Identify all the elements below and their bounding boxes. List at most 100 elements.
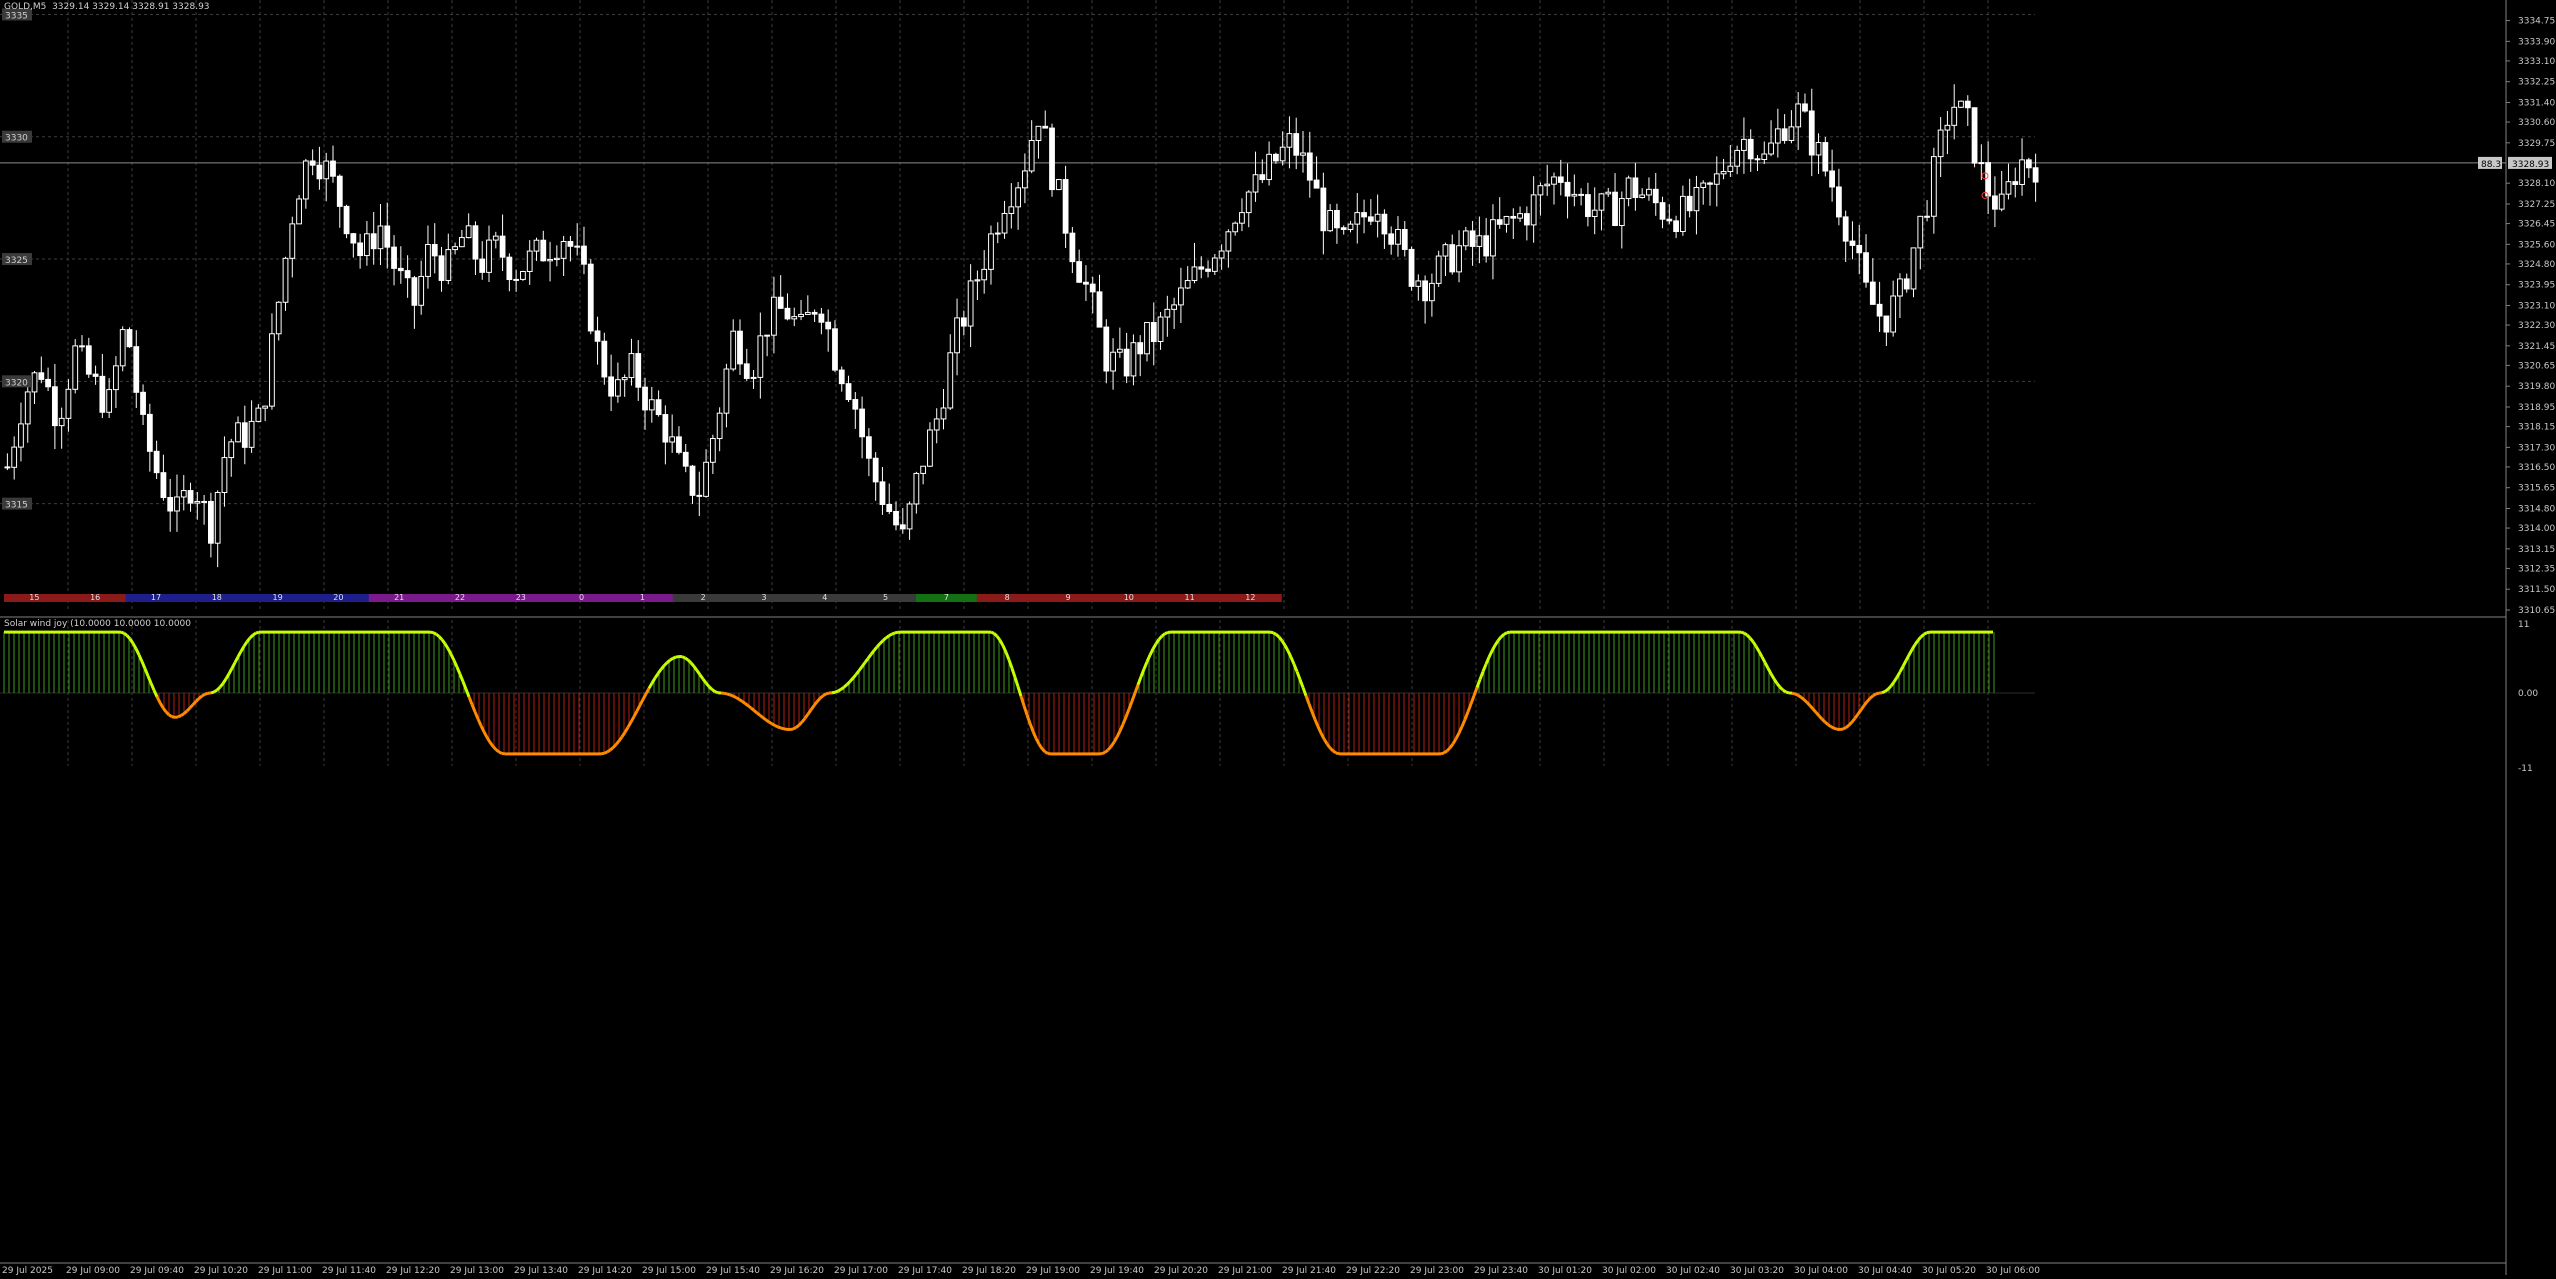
- candle-body: [1084, 282, 1089, 284]
- osc-signal-line: [178, 716, 181, 717]
- candle-body: [283, 258, 288, 302]
- candle: [344, 205, 349, 238]
- candles[interactable]: [5, 84, 2038, 567]
- osc-signal-line: [1744, 633, 1747, 635]
- candle: [1009, 183, 1014, 228]
- osc-signal-line: [232, 663, 235, 669]
- candle: [860, 397, 865, 459]
- candle-body: [1986, 163, 1991, 196]
- candle-body: [1294, 134, 1299, 156]
- osc-signal-line: [1834, 728, 1837, 729]
- candle: [317, 147, 322, 190]
- candle-body: [59, 418, 64, 425]
- price-tick-label: 3330.60: [2518, 118, 2555, 128]
- candle-body: [1762, 154, 1767, 159]
- candle-body: [324, 161, 329, 179]
- candle: [1117, 328, 1122, 358]
- candle-body: [120, 330, 125, 366]
- candle: [975, 271, 980, 301]
- candle: [405, 255, 410, 298]
- osc-signal-line: [613, 745, 616, 748]
- candle-body: [1450, 245, 1455, 272]
- candle-body: [1538, 186, 1543, 195]
- candle-body: [887, 504, 892, 511]
- candle-body: [1701, 183, 1706, 187]
- candle: [1436, 251, 1441, 287]
- candle: [656, 390, 661, 416]
- candle: [412, 276, 417, 329]
- candle-body: [276, 302, 281, 333]
- candle: [1084, 265, 1089, 301]
- session-label: 10: [1124, 593, 1134, 602]
- candle: [439, 247, 444, 292]
- osc-signal-line: [1867, 698, 1870, 701]
- osc-signal-line: [148, 676, 151, 683]
- candle: [446, 234, 451, 285]
- osc-signal-line: [685, 658, 688, 660]
- candle-body: [1586, 195, 1591, 217]
- osc-signal-line: [838, 689, 841, 691]
- osc-signal-line: [1504, 633, 1507, 635]
- candle: [263, 406, 268, 421]
- osc-signal-line: [865, 658, 868, 662]
- candle-body: [799, 314, 804, 316]
- candle-body: [1864, 253, 1869, 282]
- candle-body: [351, 234, 356, 243]
- candle-body: [12, 447, 17, 467]
- osc-signal-line: [1921, 634, 1924, 637]
- time-tick-label: 29 Jul 21:00: [1218, 1266, 1272, 1275]
- osc-signal-line: [1852, 718, 1855, 722]
- candle: [805, 295, 810, 314]
- oscillator-panel[interactable]: [0, 632, 2035, 754]
- osc-signal-line: [1915, 640, 1918, 644]
- candle: [1626, 176, 1631, 207]
- candle-body: [1165, 309, 1170, 317]
- candle: [1891, 281, 1896, 337]
- osc-signal-line: [835, 691, 838, 692]
- osc-signal-line: [448, 649, 451, 655]
- candle: [249, 400, 254, 453]
- candle: [1328, 204, 1333, 232]
- candle-body: [1877, 304, 1882, 316]
- osc-signal-line: [1042, 749, 1045, 752]
- candle-body: [921, 466, 926, 473]
- candle-body: [1694, 187, 1699, 210]
- candle: [1375, 194, 1380, 237]
- candle-body: [955, 318, 960, 353]
- candle: [25, 385, 30, 443]
- candle: [758, 313, 763, 399]
- candle-body: [1470, 231, 1475, 246]
- time-tick-label: 29 Jul 09:40: [130, 1266, 184, 1275]
- mt-chart-window[interactable]: 151617181920212223012345789101112 3334.7…: [0, 0, 2556, 1275]
- osc-signal-line: [253, 633, 256, 635]
- candle-body: [1680, 196, 1685, 231]
- candle: [1592, 187, 1597, 234]
- candle-body: [1321, 188, 1326, 231]
- candle-body: [1993, 196, 1998, 209]
- candle-body: [765, 335, 770, 336]
- osc-signal-line: [991, 632, 994, 633]
- price-chart[interactable]: 151617181920212223012345789101112 3334.7…: [0, 0, 2556, 1275]
- candle-body: [1789, 127, 1794, 141]
- osc-signal-line: [1270, 632, 1273, 633]
- candle: [995, 222, 1000, 243]
- osc-signal-line: [766, 720, 769, 722]
- candle: [670, 414, 675, 452]
- osc-signal-line: [1138, 677, 1141, 685]
- candle-body: [534, 240, 539, 251]
- candle: [527, 240, 532, 285]
- osc-signal-line: [163, 708, 166, 712]
- candle-body: [161, 473, 166, 498]
- osc-signal-line: [811, 706, 814, 710]
- candle: [1077, 250, 1082, 283]
- candle: [1029, 120, 1034, 173]
- session-bar: 151617181920212223012345789101112: [4, 593, 1282, 602]
- osc-signal-line: [133, 643, 136, 648]
- candle: [1531, 176, 1536, 243]
- time-tick-label: 29 Jul 23:00: [1410, 1266, 1464, 1275]
- candle: [833, 320, 838, 372]
- candle-body: [785, 308, 790, 319]
- osc-signal-line: [727, 694, 730, 695]
- candle-body: [772, 297, 777, 335]
- osc-signal-line: [688, 660, 691, 663]
